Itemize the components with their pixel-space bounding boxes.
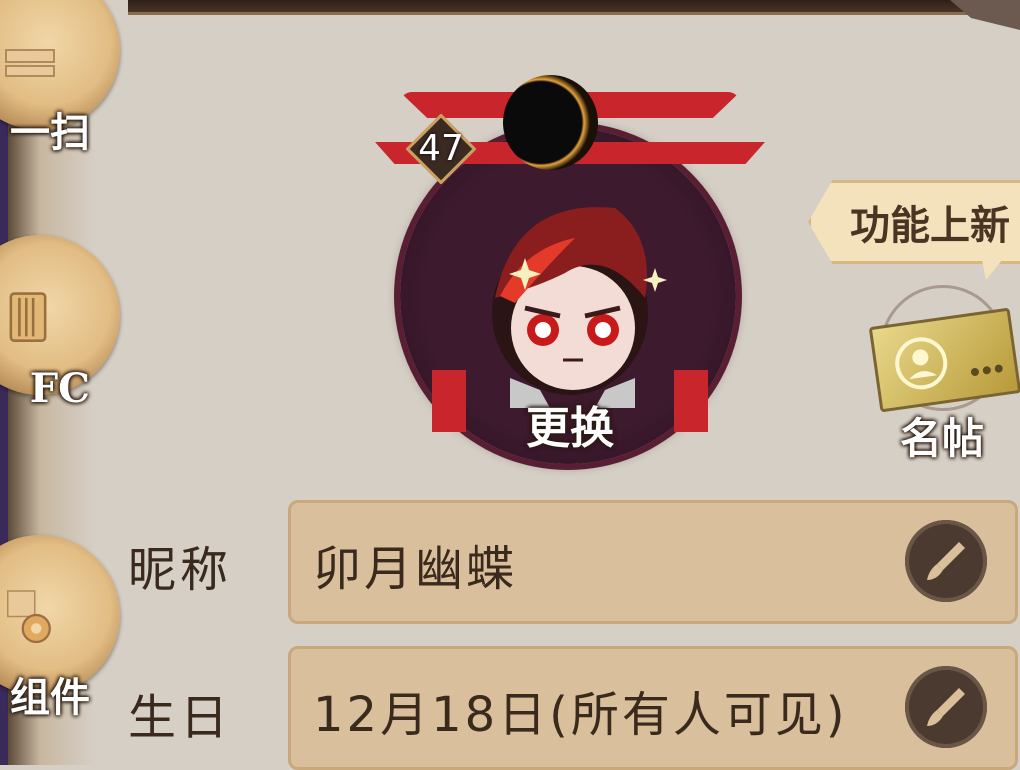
edit-nickname-button[interactable] xyxy=(905,520,987,602)
bubble-tail xyxy=(980,250,1010,280)
new-feature-text: 功能上新 xyxy=(850,202,1010,249)
rail-button-widgets[interactable]: 组件 xyxy=(0,535,120,735)
film-icon xyxy=(9,292,47,342)
top-frame xyxy=(95,0,1020,15)
left-rail: 一扫 FC 组件 xyxy=(0,0,128,765)
moon-icon xyxy=(503,75,598,170)
gear-icon xyxy=(7,590,51,644)
rail-button-scan[interactable]: 一扫 xyxy=(0,0,120,170)
rail-label-scan: 一扫 xyxy=(10,109,90,156)
rail-button-fc[interactable]: FC xyxy=(0,235,120,435)
birthday-value: 12月18日(所有人可见) xyxy=(313,687,848,743)
avatar-frame[interactable]: 47 更换 xyxy=(370,70,780,464)
person-icon xyxy=(895,337,1003,390)
rail-label-fc: FC xyxy=(29,365,90,412)
nickname-value: 卯月幽蝶 xyxy=(313,541,518,597)
namecard-label: 名帖 xyxy=(899,414,984,463)
top-corner-decoration xyxy=(950,0,1020,30)
rail-label-widgets: 组件 xyxy=(10,674,90,721)
scan-icon xyxy=(5,49,55,77)
change-avatar-label[interactable]: 更换 xyxy=(505,392,635,456)
nickname-label: 昵称 xyxy=(128,542,233,598)
birthday-label: 生日 xyxy=(128,690,233,746)
edit-birthday-button[interactable] xyxy=(905,666,987,748)
name-card-icon xyxy=(868,307,1020,413)
brush-icon xyxy=(927,688,965,726)
namecard-button[interactable]: 名帖 xyxy=(862,285,1020,463)
avatar-portrait xyxy=(492,207,667,408)
brush-icon xyxy=(927,542,965,580)
level-text: 47 xyxy=(418,128,464,169)
